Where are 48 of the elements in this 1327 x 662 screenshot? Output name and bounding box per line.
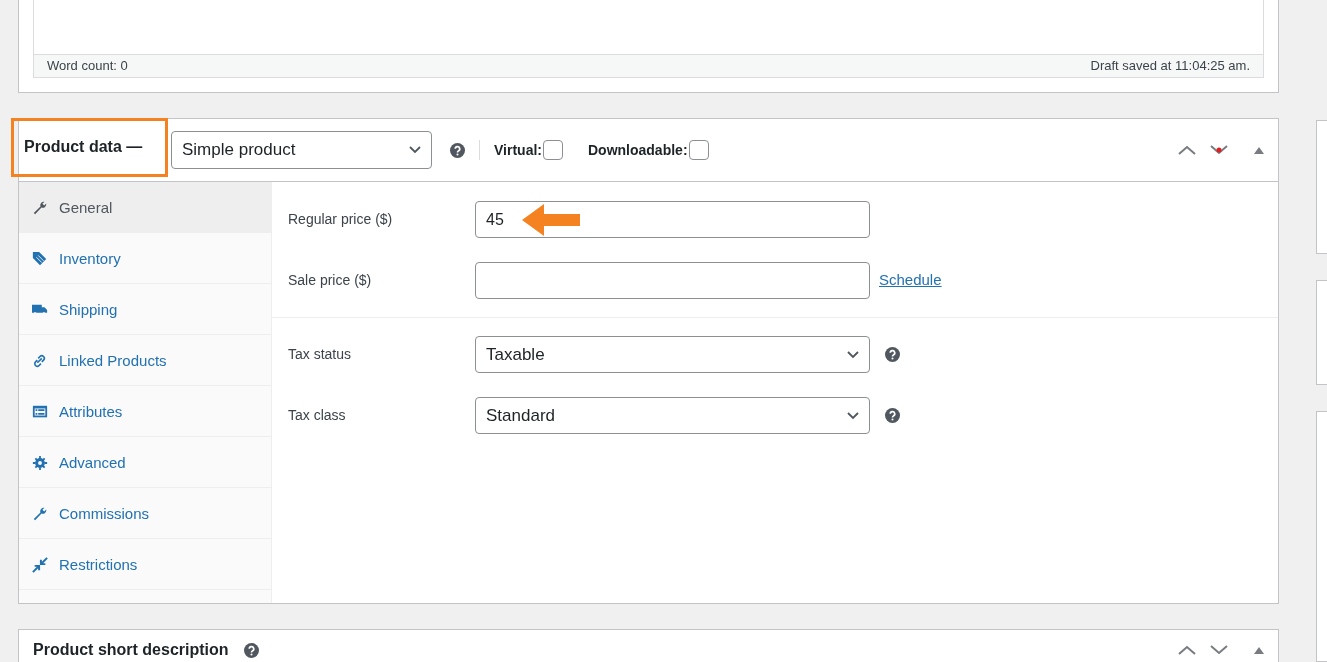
editor-area[interactable]: Word count: 0 Draft saved at 11:04:25 am. [33,0,1264,78]
tab[interactable]: Restrictions [19,539,271,590]
wrench-icon [32,506,48,522]
arrow-icon [522,204,580,236]
checkbox[interactable] [543,140,563,160]
gear-icon [32,455,48,471]
checkbox-label: Downloadable: [588,140,688,160]
move-down-icon[interactable] [1210,144,1228,156]
word-count: Word count: 0 [47,57,128,76]
tax-select[interactable]: Standard [475,397,870,434]
caret-icon [409,146,421,154]
checkbox[interactable] [688,140,709,160]
tab[interactable]: Advanced [19,437,271,488]
tax-select[interactable]: Taxable [475,336,870,373]
list-icon [32,404,48,420]
tab[interactable]: General [19,182,271,233]
panel-title: Product short description [33,640,229,660]
caret-icon [847,350,859,359]
schedule-link[interactable]: Schedule [879,269,942,292]
tab[interactable]: Commissions [19,488,271,539]
product-type-select[interactable]: Simple product [171,131,432,169]
price-field[interactable]: 45 [475,201,870,238]
wrench-icon [32,200,48,216]
field-label: Tax class [288,406,347,425]
field-label: Sale price ($) [288,271,373,290]
collapse-icon[interactable] [1254,146,1264,154]
help-icon[interactable] [885,347,900,362]
draft-status: Draft saved at 11:04:25 am. [1090,57,1250,76]
move-up-icon[interactable] [1178,645,1196,655]
move-down-icon[interactable] [1210,644,1228,656]
help-icon[interactable] [450,142,465,158]
panel-title: Product data — [24,137,143,157]
collapse-icon[interactable] [1254,646,1264,654]
caret-icon [847,411,859,420]
tab[interactable]: Attributes [19,386,271,437]
tab[interactable]: Linked Products [19,335,271,386]
price-field[interactable] [475,262,870,299]
tab[interactable]: Inventory [19,233,271,284]
checkbox-label: Virtual: [494,140,542,160]
tab[interactable]: Shipping [19,284,271,335]
field-label: Tax status [288,345,353,364]
help-icon[interactable] [885,408,900,423]
move-up-icon[interactable] [1178,145,1196,155]
tag-icon [32,251,48,267]
field-label: Regular price ($) [288,210,394,229]
arrows-icon [32,557,48,573]
help-icon[interactable] [243,642,259,658]
link-icon [32,353,48,369]
